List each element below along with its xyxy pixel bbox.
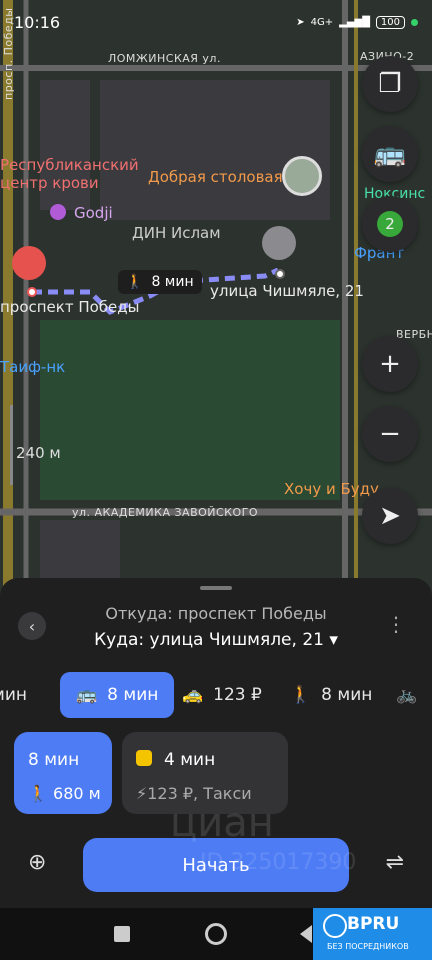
cafe-photo-icon[interactable] (282, 156, 322, 196)
recents-button[interactable] (114, 926, 130, 942)
taxi-icon: 🚕 (182, 685, 204, 705)
origin-pin-icon[interactable] (12, 246, 46, 280)
walk-time-label: 8 мин (151, 274, 194, 290)
navigation-arrow-icon: ➤ (379, 501, 401, 531)
active-indicator-icon (411, 18, 418, 26)
watermark-id: ID 325017390 (200, 850, 356, 875)
route-walk-distance: 680 м (53, 784, 101, 803)
clock: 10:16 (14, 12, 61, 32)
network-label: 4G+ (310, 16, 334, 28)
bpru-logo-icon (323, 914, 347, 938)
destination-pin-icon[interactable] (262, 226, 296, 260)
drag-handle[interactable] (200, 586, 232, 590)
back-nav-button[interactable] (300, 925, 312, 943)
layers-icon: ❐ (378, 69, 402, 99)
poi-label[interactable]: ДИН Ислам (132, 224, 221, 242)
bus-icon: 🚌 (373, 139, 407, 169)
add-waypoint-icon[interactable]: ⊕ (28, 850, 46, 875)
walk-icon: 🚶 (126, 274, 144, 290)
route-to-label: Куда: улица Чишмяле, 21 (94, 630, 324, 650)
destination-label: улица Чишмяле, 21 (210, 282, 364, 300)
location-icon: ➤ (296, 16, 305, 28)
minus-icon: − (379, 419, 401, 449)
transit-route-card[interactable]: 8 мин 🚶 680 м (14, 732, 112, 814)
origin-label: проспект Победы (0, 298, 140, 316)
godji-icon (50, 204, 66, 220)
tab-label: 8 мин (321, 685, 373, 705)
street-label: ул. АКАДЕМИКА ЗАВОЙСКОГО (72, 506, 259, 519)
route-settings-icon[interactable]: ⇌ (386, 850, 404, 875)
bike-icon: 🚲 (396, 685, 418, 705)
traffic-score-badge: 2 (377, 211, 403, 237)
transport-mode-tabs: мин 🚌 8 мин 🚕 123 ₽ 🚶 8 мин 🚲 (0, 672, 432, 718)
taxi-logo-icon (136, 750, 152, 766)
tab-transit[interactable]: 🚌 8 мин (60, 672, 175, 718)
zoom-in-button[interactable]: + (362, 336, 418, 392)
tab-label: 8 мин (107, 685, 159, 705)
tab-bike[interactable]: 🚲 (396, 672, 417, 718)
layers-button[interactable]: ❐ (362, 56, 418, 112)
walk-icon: 🚶 (28, 784, 48, 803)
my-location-button[interactable]: ➤ (362, 488, 418, 544)
poi-label[interactable]: центр крови (0, 174, 99, 192)
watermark-id-text: ID 325017390 (200, 850, 357, 875)
home-button[interactable] (205, 923, 227, 945)
zoom-out-button[interactable]: − (362, 406, 418, 462)
transit-button[interactable]: 🚌 (362, 126, 418, 182)
tab-walk[interactable]: 🚶 8 мин (290, 672, 372, 718)
street-label: ЛОМЖИНСКАЯ ул. (108, 52, 221, 65)
tab-label: 123 ₽ (213, 685, 262, 705)
battery-icon: 100 (375, 15, 405, 29)
poi-label[interactable]: Республиканский (0, 156, 139, 174)
lightning-icon: ⚡ (136, 784, 148, 803)
watermark-text: циан (170, 800, 274, 846)
route-from[interactable]: Откуда: проспект Победы (0, 604, 432, 623)
bus-icon: 🚌 (76, 685, 98, 705)
route-walk: 🚶 680 м (28, 784, 101, 803)
route-to[interactable]: Куда: улица Чишмяле, 21 ▾ (0, 630, 432, 650)
poi-label[interactable]: Добрая столовая (148, 168, 283, 186)
poi-label[interactable]: Хочу и Буду (284, 480, 379, 498)
chevron-down-icon: ▾ (329, 630, 338, 650)
scale-bar (10, 405, 13, 485)
walk-icon: 🚶 (290, 685, 312, 705)
taxi-time: 4 мин (164, 750, 216, 770)
route-time: 8 мин (28, 750, 80, 770)
signal-icon: ▂▄▆█ (339, 16, 370, 28)
bpru-subtitle: БЕЗ ПОСРЕДНИКОВ (327, 942, 409, 951)
watermark: циан (170, 800, 274, 846)
walk-time-badge: 🚶 8 мин (118, 270, 202, 294)
map-view[interactable]: ЛОМЖИНСКАЯ ул. ул. АКАДЕМИКА ЗАВОЙСКОГО … (0, 0, 432, 600)
status-bar: 10:16 ➤ 4G+ ▂▄▆█ 100 (0, 0, 432, 44)
more-options-icon[interactable]: ⋮ (386, 612, 406, 636)
bpru-title: BPRU (347, 914, 400, 934)
tab-label: мин (0, 685, 27, 705)
scale-label: 240 м (16, 444, 61, 462)
plus-icon: + (379, 349, 401, 379)
poi-label[interactable]: Таиф-нк (0, 358, 65, 376)
tab-car[interactable]: мин (0, 672, 27, 718)
bpru-badge: BPRU БЕЗ ПОСРЕДНИКОВ (313, 908, 432, 960)
poi-label[interactable]: Godji (74, 204, 113, 222)
tab-taxi[interactable]: 🚕 123 ₽ (182, 672, 262, 718)
traffic-button[interactable]: 2 (362, 196, 418, 252)
